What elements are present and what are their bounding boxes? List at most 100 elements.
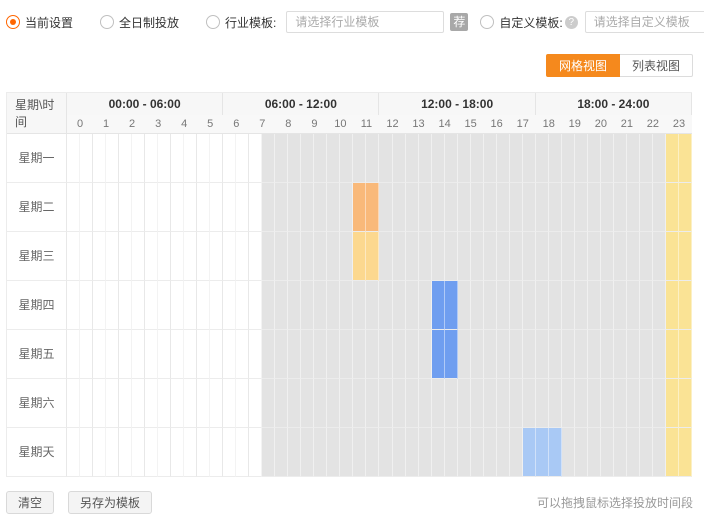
schedule-cell[interactable] bbox=[223, 183, 236, 232]
schedule-cell[interactable] bbox=[184, 330, 197, 379]
schedule-cell[interactable] bbox=[106, 379, 119, 428]
schedule-cell[interactable] bbox=[223, 379, 236, 428]
schedule-cell[interactable] bbox=[679, 330, 692, 379]
schedule-cell[interactable] bbox=[614, 183, 627, 232]
schedule-cell[interactable] bbox=[80, 379, 93, 428]
schedule-cell[interactable] bbox=[536, 232, 549, 281]
schedule-cell[interactable] bbox=[523, 330, 536, 379]
schedule-cell[interactable] bbox=[301, 330, 314, 379]
industry-template-input[interactable] bbox=[286, 11, 444, 33]
schedule-cell[interactable] bbox=[393, 330, 406, 379]
schedule-cell[interactable] bbox=[236, 281, 249, 330]
schedule-cell[interactable] bbox=[562, 134, 575, 183]
schedule-cell[interactable] bbox=[275, 379, 288, 428]
schedule-cell[interactable] bbox=[93, 330, 106, 379]
schedule-cell[interactable] bbox=[379, 183, 392, 232]
schedule-cell[interactable] bbox=[132, 183, 145, 232]
schedule-cell[interactable] bbox=[601, 330, 614, 379]
schedule-cell[interactable] bbox=[679, 428, 692, 477]
schedule-cell[interactable] bbox=[171, 330, 184, 379]
schedule-cell[interactable] bbox=[340, 134, 353, 183]
schedule-cell[interactable] bbox=[93, 134, 106, 183]
schedule-cell[interactable] bbox=[614, 232, 627, 281]
schedule-cell[interactable] bbox=[419, 379, 432, 428]
schedule-cell[interactable] bbox=[445, 134, 458, 183]
schedule-cell[interactable] bbox=[549, 330, 562, 379]
schedule-cell[interactable] bbox=[393, 183, 406, 232]
schedule-cell[interactable] bbox=[588, 379, 601, 428]
schedule-cell[interactable] bbox=[249, 232, 262, 281]
schedule-cell[interactable] bbox=[275, 232, 288, 281]
schedule-cell[interactable] bbox=[288, 330, 301, 379]
schedule-cell[interactable] bbox=[432, 379, 445, 428]
schedule-cell[interactable] bbox=[666, 281, 679, 330]
schedule-cell[interactable] bbox=[497, 379, 510, 428]
schedule-cell[interactable] bbox=[366, 134, 379, 183]
schedule-cell[interactable] bbox=[536, 379, 549, 428]
schedule-cell[interactable] bbox=[106, 428, 119, 477]
schedule-cell[interactable] bbox=[288, 379, 301, 428]
schedule-cell[interactable] bbox=[484, 428, 497, 477]
schedule-cell[interactable] bbox=[536, 281, 549, 330]
schedule-cell[interactable] bbox=[171, 183, 184, 232]
schedule-cell[interactable] bbox=[484, 232, 497, 281]
schedule-cell[interactable] bbox=[536, 428, 549, 477]
schedule-cell[interactable] bbox=[679, 232, 692, 281]
schedule-cell[interactable] bbox=[236, 134, 249, 183]
schedule-cell[interactable] bbox=[262, 232, 275, 281]
schedule-cell[interactable] bbox=[458, 134, 471, 183]
schedule-cell[interactable] bbox=[614, 281, 627, 330]
schedule-cell[interactable] bbox=[393, 232, 406, 281]
schedule-cell[interactable] bbox=[406, 183, 419, 232]
list-view-button[interactable]: 列表视图 bbox=[620, 54, 693, 77]
schedule-cell[interactable] bbox=[327, 183, 340, 232]
schedule-cell[interactable] bbox=[445, 232, 458, 281]
schedule-cell[interactable] bbox=[353, 232, 366, 281]
schedule-cell[interactable] bbox=[145, 379, 158, 428]
schedule-cell[interactable] bbox=[236, 232, 249, 281]
schedule-cell[interactable] bbox=[575, 183, 588, 232]
schedule-cell[interactable] bbox=[549, 281, 562, 330]
schedule-cell[interactable] bbox=[340, 330, 353, 379]
schedule-cell[interactable] bbox=[484, 134, 497, 183]
schedule-cell[interactable] bbox=[497, 183, 510, 232]
schedule-cell[interactable] bbox=[197, 330, 210, 379]
schedule-cell[interactable] bbox=[158, 232, 171, 281]
schedule-cell[interactable] bbox=[432, 330, 445, 379]
schedule-cell[interactable] bbox=[562, 330, 575, 379]
schedule-cell[interactable] bbox=[93, 428, 106, 477]
schedule-cell[interactable] bbox=[406, 134, 419, 183]
schedule-cell[interactable] bbox=[536, 330, 549, 379]
schedule-cell[interactable] bbox=[419, 183, 432, 232]
schedule-cell[interactable] bbox=[67, 183, 80, 232]
schedule-cell[interactable] bbox=[262, 330, 275, 379]
schedule-cell[interactable] bbox=[601, 134, 614, 183]
schedule-cell[interactable] bbox=[119, 183, 132, 232]
schedule-cell[interactable] bbox=[210, 232, 223, 281]
schedule-cell[interactable] bbox=[145, 183, 158, 232]
schedule-cell[interactable] bbox=[301, 183, 314, 232]
schedule-cell[interactable] bbox=[67, 134, 80, 183]
schedule-cell[interactable] bbox=[666, 379, 679, 428]
schedule-cell[interactable] bbox=[249, 134, 262, 183]
schedule-cell[interactable] bbox=[366, 379, 379, 428]
schedule-cell[interactable] bbox=[236, 379, 249, 428]
schedule-cell[interactable] bbox=[471, 183, 484, 232]
schedule-cell[interactable] bbox=[197, 183, 210, 232]
schedule-cell[interactable] bbox=[132, 281, 145, 330]
schedule-cell[interactable] bbox=[523, 281, 536, 330]
schedule-cell[interactable] bbox=[666, 330, 679, 379]
schedule-cell[interactable] bbox=[249, 183, 262, 232]
schedule-cell[interactable] bbox=[666, 428, 679, 477]
radio-industry-template[interactable]: 行业模板: bbox=[206, 14, 276, 31]
schedule-cell[interactable] bbox=[549, 232, 562, 281]
schedule-cell[interactable] bbox=[119, 134, 132, 183]
schedule-cell[interactable] bbox=[588, 330, 601, 379]
schedule-cell[interactable] bbox=[327, 379, 340, 428]
schedule-cell[interactable] bbox=[366, 232, 379, 281]
schedule-cell[interactable] bbox=[497, 330, 510, 379]
schedule-cell[interactable] bbox=[510, 232, 523, 281]
schedule-cell[interactable] bbox=[393, 379, 406, 428]
schedule-cell[interactable] bbox=[549, 379, 562, 428]
schedule-cell[interactable] bbox=[145, 330, 158, 379]
